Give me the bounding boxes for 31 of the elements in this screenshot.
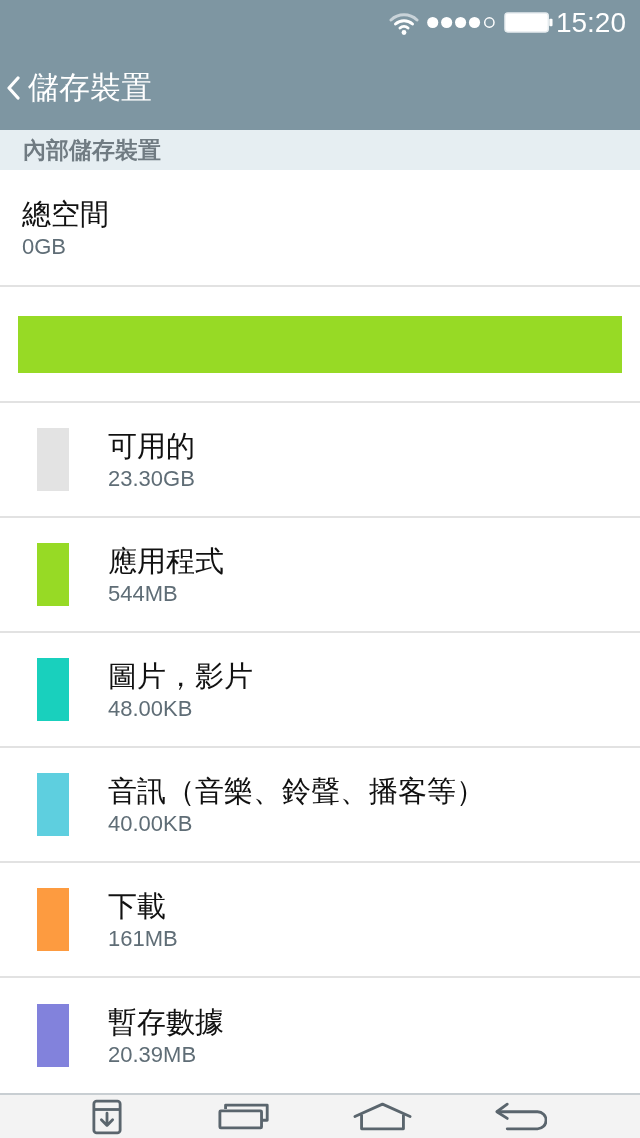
category-size: 48.00KB <box>108 694 193 723</box>
storage-category-item[interactable]: 圖片，影片 48.00KB <box>0 633 640 748</box>
category-name: 暫存數據 <box>108 1004 224 1040</box>
category-size: 20.39MB <box>108 1040 197 1069</box>
storage-category-item[interactable]: 暫存數據 20.39MB <box>0 978 640 1093</box>
back-chevron-icon[interactable] <box>6 75 20 100</box>
home-icon[interactable] <box>353 1102 412 1131</box>
category-name: 音訊（音樂、鈴聲、播客等） <box>108 773 485 809</box>
category-name: 可用的 <box>108 428 195 464</box>
category-name: 圖片，影片 <box>108 658 253 694</box>
category-name: 應用程式 <box>108 543 224 579</box>
category-name: 下載 <box>108 888 166 924</box>
clock-time: 15:20 <box>555 6 626 39</box>
back-icon[interactable] <box>494 1102 547 1131</box>
category-size: 40.00KB <box>108 809 193 838</box>
storage-category-item[interactable]: 音訊（音樂、鈴聲、播客等） 40.00KB <box>0 748 640 863</box>
section-title: 內部儲存裝置 <box>23 136 161 164</box>
storage-category-item[interactable]: 下載 161MB <box>0 863 640 978</box>
total-space-value: 0GB <box>22 232 67 261</box>
total-space-label: 總空間 <box>22 196 109 232</box>
category-size: 23.30GB <box>108 464 195 493</box>
category-size: 161MB <box>108 924 178 953</box>
signal-dots-icon <box>425 16 497 29</box>
page-title: 儲存裝置 <box>28 68 152 107</box>
category-size: 544MB <box>108 579 178 608</box>
download-tray-icon[interactable] <box>92 1098 122 1135</box>
recent-apps-icon[interactable] <box>218 1103 271 1130</box>
storage-category-item[interactable]: 可用的 23.30GB <box>0 403 640 518</box>
wifi-icon <box>388 10 419 35</box>
storage-category-item[interactable]: 應用程式 544MB <box>0 518 640 633</box>
battery-icon <box>503 12 553 33</box>
